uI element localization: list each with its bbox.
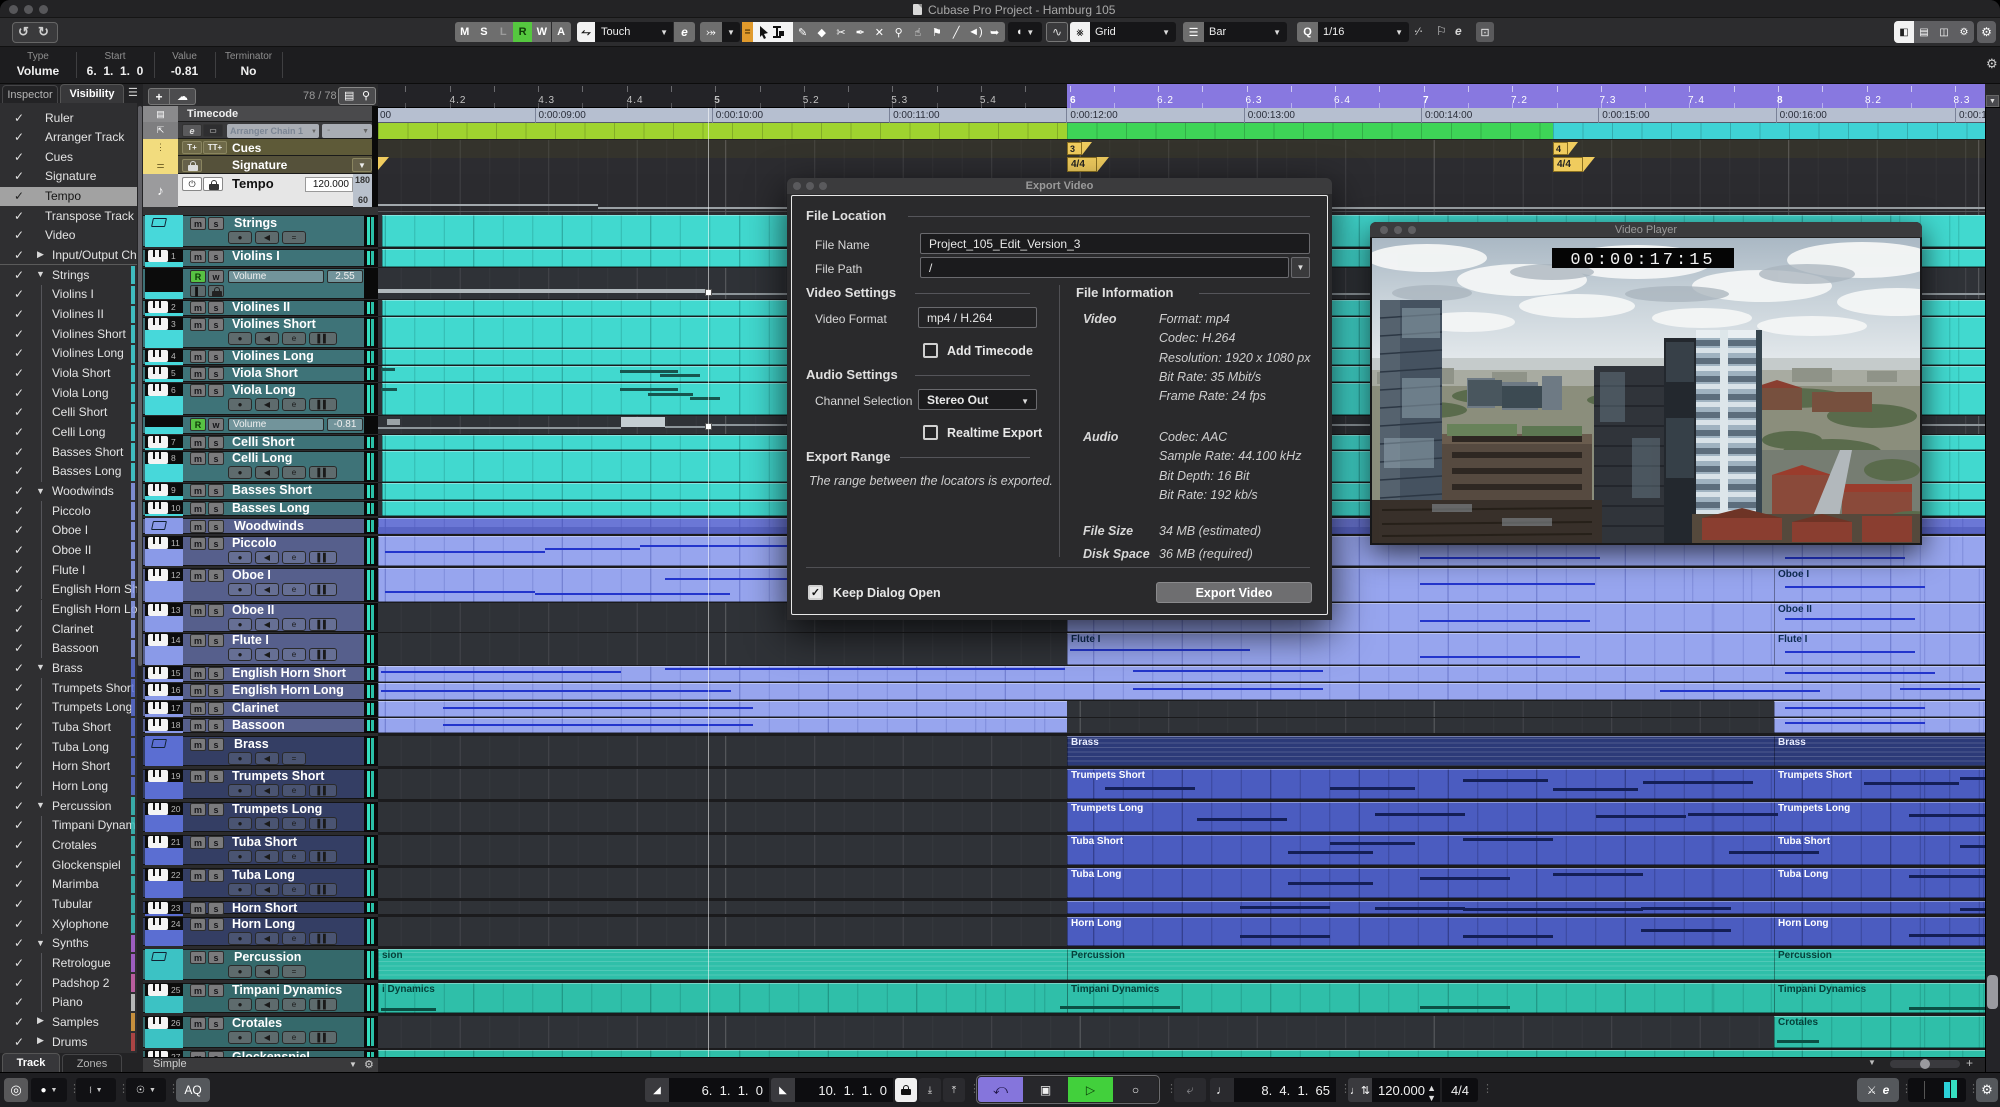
svg-text:00:00:17:15: 00:00:17:15 [1570,251,1715,270]
